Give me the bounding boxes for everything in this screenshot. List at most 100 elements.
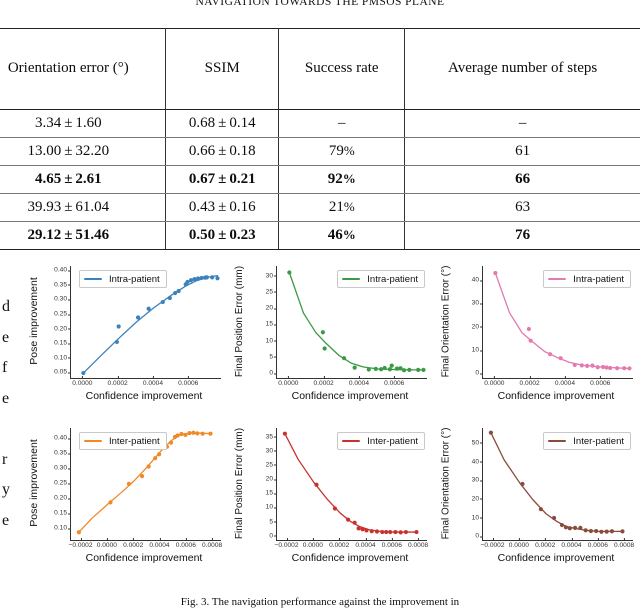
y-tick-label: 0.20	[54, 325, 71, 333]
table-cell: 66	[404, 165, 640, 194]
data-point	[599, 529, 604, 534]
data-point	[594, 528, 599, 534]
data-point	[407, 367, 412, 372]
legend: Intra-patient	[337, 270, 425, 288]
data-point	[76, 530, 81, 535]
x-axis-label: Confidence improvement	[291, 552, 409, 564]
data-point	[588, 528, 593, 534]
y-axis-ticks: 40 30 20 10 0	[454, 266, 484, 378]
y-tick-label: 30	[265, 272, 278, 280]
data-point	[135, 315, 141, 320]
y-tick-label: 0.25	[54, 310, 71, 318]
y-axis-label: Pose improvement	[28, 277, 41, 365]
data-point	[126, 481, 131, 486]
y-tick-label: 0.05	[54, 368, 71, 376]
y-tick-label: 0	[475, 369, 483, 377]
y-tick-label: 10	[471, 514, 484, 522]
y-tick-label: 0.30	[54, 295, 71, 303]
legend: Inter-patient	[79, 432, 167, 450]
data-point	[558, 356, 563, 361]
table-header-row: mm) Orientation error (°) SSIM Success r…	[0, 28, 640, 110]
col-header-ssim: SSIM	[165, 28, 280, 110]
data-point	[488, 430, 493, 435]
data-point	[352, 365, 357, 370]
data-point	[583, 528, 588, 533]
panel-inter-position-error: Final Position Error (mm) 35 30 25 20 15 10 5 0 I…	[234, 424, 434, 584]
plot-area: Intra-patient	[70, 266, 221, 379]
y-tick-label: 0	[269, 532, 277, 540]
y-tick-label: 40	[471, 458, 484, 466]
legend-color-swatch	[84, 440, 102, 442]
x-tick-label: 0.0006	[178, 376, 199, 387]
data-point	[373, 366, 378, 372]
table-cell: 46%	[278, 221, 406, 250]
margin-letter: e	[2, 511, 10, 529]
plot-area: Inter-patient	[482, 428, 633, 541]
data-point	[579, 363, 584, 368]
data-point	[559, 522, 565, 528]
data-point	[314, 482, 319, 487]
table-cell: 0.43 ±0.16	[165, 193, 280, 222]
table-cell: 29.12 ±51.46	[0, 221, 167, 250]
data-point	[322, 346, 327, 351]
y-axis-ticks: 50 40 30 20 10 0	[454, 428, 484, 540]
figure-3-panels: Pose improvement 0.40 0.35 0.30 0.25 0.20 0.15…	[22, 262, 640, 592]
x-tick-label: 0.0002	[519, 376, 540, 387]
y-tick-label: 5	[269, 353, 277, 361]
data-point	[360, 527, 365, 532]
data-point	[538, 507, 543, 512]
data-point	[627, 366, 632, 371]
table-cell: 76	[404, 221, 640, 250]
x-axis-label: Confidence improvement	[85, 390, 203, 402]
data-point	[398, 366, 403, 371]
x-tick-label: 0.0000	[96, 538, 117, 549]
x-tick-label: 0.0000	[302, 538, 323, 549]
data-point	[114, 339, 119, 345]
margin-column-fragment: deferye	[2, 292, 20, 536]
x-tick-label: −0.0002	[68, 538, 93, 549]
x-tick-label: 0.0008	[408, 538, 429, 549]
table-head: mm) Orientation error (°) SSIM Success r…	[0, 28, 640, 110]
x-tick-label: 0.0000	[508, 538, 529, 549]
x-axis-label: Confidence improvement	[291, 390, 409, 402]
y-tick-label: 0	[475, 532, 483, 540]
data-point	[547, 352, 553, 357]
data-point	[167, 295, 172, 301]
table-cell: 39.93 ±61.04	[0, 193, 167, 222]
x-tick-label: 0.0004	[142, 376, 164, 387]
y-axis-ticks: 0.40 0.35 0.30 0.25 0.20 0.15 0.10 0.05	[42, 266, 71, 378]
y-tick-label: 30	[265, 447, 278, 455]
data-point	[157, 452, 162, 457]
data-point	[195, 431, 200, 436]
data-point	[595, 365, 600, 370]
legend-color-swatch	[548, 278, 567, 280]
x-tick-label: −0.0002	[480, 538, 505, 549]
legend: Intra-patient	[79, 270, 167, 288]
data-point	[116, 324, 121, 329]
data-point	[563, 525, 568, 530]
x-tick-label: 0.0004	[355, 538, 376, 549]
data-point	[572, 362, 577, 368]
x-tick-label: 0.0006	[384, 376, 405, 387]
y-axis-label: Final Orientation Error (°)	[440, 427, 452, 539]
y-tick-label: 0.20	[54, 494, 71, 502]
data-point	[183, 432, 188, 437]
table-cell: 0.67 ±0.21	[165, 165, 280, 194]
y-axis-ticks: 35 30 25 20 15 10 5 0	[248, 428, 278, 540]
table-row: 33.34±1.600.68±0.14––	[0, 109, 640, 138]
data-point	[401, 368, 407, 373]
data-point	[551, 515, 557, 521]
x-tick-label: 0.0002	[329, 538, 350, 549]
table-row: 44.65±2.610.67±0.2192%66	[0, 165, 640, 194]
data-point	[374, 529, 380, 534]
legend: Inter-patient	[337, 432, 425, 450]
x-tick-label: 0.0006	[590, 376, 611, 387]
y-axis-label: Final Position Error (mm)	[234, 427, 246, 539]
margin-letter: f	[2, 359, 8, 376]
y-tick-label: 0.15	[54, 339, 71, 347]
data-point	[139, 473, 145, 479]
panel-intra-pose: Pose improvement 0.40 0.35 0.30 0.25 0.20 0.15…	[28, 262, 228, 422]
data-point	[179, 431, 184, 437]
margin-letter: e	[2, 328, 10, 346]
data-point	[620, 529, 625, 534]
